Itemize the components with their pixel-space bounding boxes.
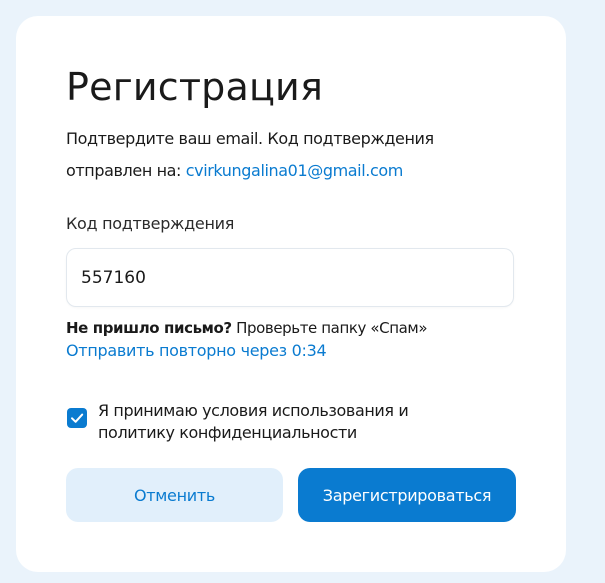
register-button[interactable]: Зарегистрироваться xyxy=(298,468,516,522)
spam-folder-hint: Проверьте папку «Спам» xyxy=(231,319,428,337)
checkmark-icon xyxy=(71,413,84,423)
cancel-button[interactable]: Отменить xyxy=(66,468,283,522)
confirmation-message: Подтвердите ваш email. Код подтверждения… xyxy=(66,123,516,187)
code-field-label: Код подтверждения xyxy=(66,214,235,233)
terms-label: Я принимаю условия использования и полит… xyxy=(98,401,409,442)
spam-hint: Не пришло письмо? Проверьте папку «Спам» xyxy=(66,318,428,338)
page-title: Регистрация xyxy=(66,65,324,109)
resend-link[interactable]: Отправить повторно через 0:34 xyxy=(66,341,327,361)
registration-card: Регистрация Подтвердите ваш email. Код п… xyxy=(16,16,566,572)
terms-checkbox[interactable] xyxy=(67,408,87,428)
email-address: cvirkungalina01@gmail.com xyxy=(185,161,404,180)
no-email-question: Не пришло письмо? xyxy=(66,319,232,337)
confirmation-code-input[interactable] xyxy=(66,248,514,307)
